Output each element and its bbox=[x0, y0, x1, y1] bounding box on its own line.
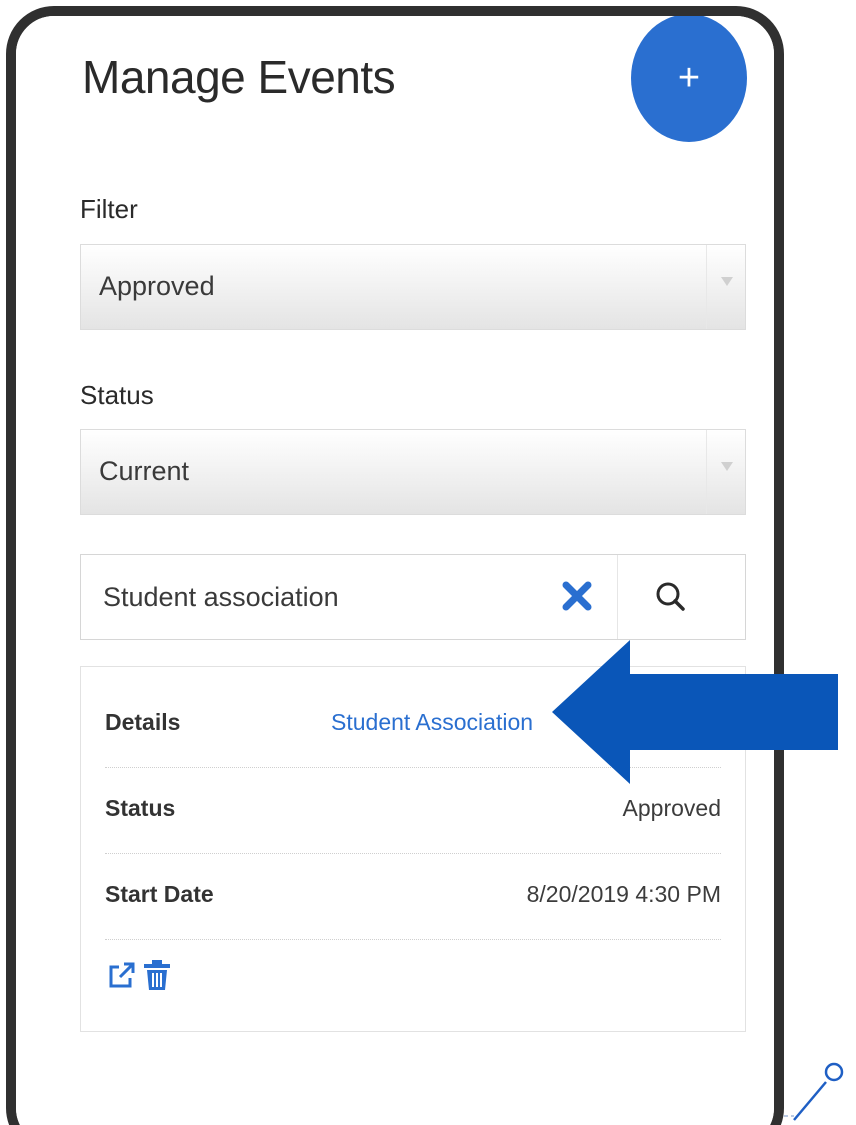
page-title: Manage Events bbox=[82, 51, 396, 103]
filter-dropdown-toggle[interactable] bbox=[706, 245, 745, 329]
trash-icon bbox=[144, 960, 170, 990]
add-event-button[interactable]: + bbox=[631, 16, 747, 142]
device-frame: Manage Events + Filter Approved Status C… bbox=[6, 6, 784, 1125]
filter-select[interactable]: Approved bbox=[80, 244, 746, 330]
event-card: Details Student Association Status Appro… bbox=[80, 666, 746, 1032]
external-link-icon bbox=[109, 962, 135, 988]
filter-selected-value: Approved bbox=[99, 271, 215, 301]
chevron-down-icon bbox=[721, 462, 733, 471]
status-dropdown-toggle[interactable] bbox=[706, 430, 745, 514]
magnifier-icon bbox=[656, 582, 685, 611]
status-filter-label: Status bbox=[80, 380, 154, 410]
resize-handle-icon bbox=[784, 1062, 844, 1121]
search-input[interactable] bbox=[81, 555, 551, 639]
status-select[interactable]: Current bbox=[80, 429, 746, 515]
app-screen: Manage Events + Filter Approved Status C… bbox=[16, 16, 774, 1125]
status-value: Approved bbox=[622, 795, 721, 821]
status-label: Status bbox=[105, 795, 176, 821]
start-date-value: 8/20/2019 4:30 PM bbox=[526, 881, 721, 907]
start-date-row: Start Date 8/20/2019 4:30 PM bbox=[105, 853, 721, 940]
filter-label: Filter bbox=[80, 194, 138, 224]
edit-event-button[interactable] bbox=[105, 958, 137, 992]
status-selected-value: Current bbox=[99, 456, 190, 486]
details-row: Details Student Association bbox=[105, 681, 721, 768]
plus-icon: + bbox=[677, 56, 701, 99]
event-details-link[interactable]: Student Association bbox=[331, 709, 533, 736]
search-divider bbox=[617, 555, 618, 639]
status-row: Status Approved bbox=[105, 767, 721, 854]
clear-search-button[interactable] bbox=[554, 573, 600, 619]
search-bar bbox=[80, 554, 746, 640]
x-icon bbox=[562, 581, 592, 611]
start-date-label: Start Date bbox=[105, 881, 214, 907]
page: Manage Events + Filter Approved Status C… bbox=[0, 0, 856, 1125]
details-label: Details bbox=[105, 709, 181, 735]
delete-event-button[interactable] bbox=[141, 958, 173, 992]
search-button[interactable] bbox=[651, 577, 691, 617]
chevron-down-icon bbox=[721, 277, 733, 286]
card-actions bbox=[105, 957, 173, 993]
